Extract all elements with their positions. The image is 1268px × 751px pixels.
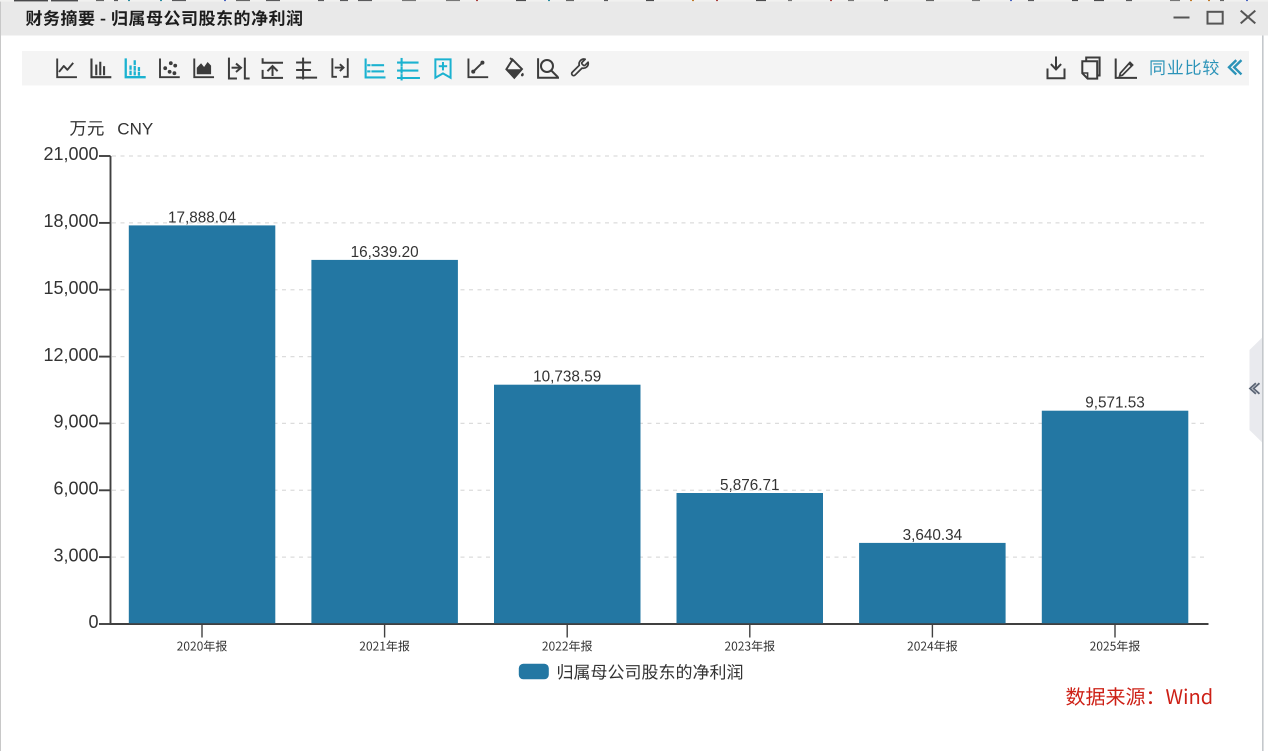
svg-text:21,000: 21,000: [43, 144, 98, 164]
svg-text:10,738.59: 10,738.59: [533, 369, 601, 386]
svg-text:5,876.71: 5,876.71: [720, 477, 780, 494]
svg-text:17,888.04: 17,888.04: [168, 209, 237, 226]
svg-text:12,000: 12,000: [43, 345, 98, 365]
svg-text:3,000: 3,000: [53, 545, 98, 565]
svg-text:6,000: 6,000: [53, 479, 98, 499]
svg-text:9,000: 9,000: [53, 412, 98, 432]
svg-text:CNY: CNY: [117, 120, 153, 139]
svg-text:9,571.53: 9,571.53: [1085, 395, 1145, 412]
svg-text:16,339.20: 16,339.20: [351, 244, 419, 261]
svg-text:3,640.34: 3,640.34: [903, 527, 963, 544]
svg-text:0: 0: [88, 612, 98, 632]
svg-text:15,000: 15,000: [43, 278, 98, 298]
svg-text:18,000: 18,000: [43, 211, 98, 231]
